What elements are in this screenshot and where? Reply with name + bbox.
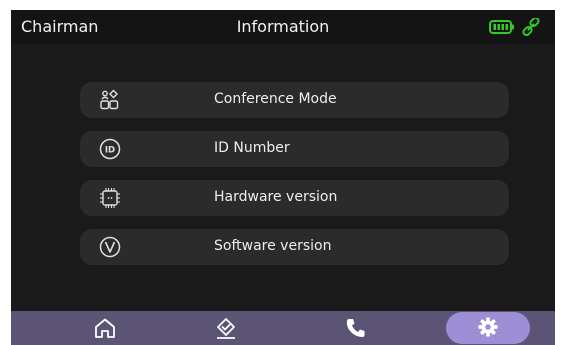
vote-icon xyxy=(217,318,235,339)
bottom-nav-bar xyxy=(11,311,555,345)
chip-icon xyxy=(100,188,120,208)
conference-mode-icon xyxy=(100,89,119,110)
top-bar: Chairman Information xyxy=(11,10,555,44)
nav-vote-button[interactable] xyxy=(180,311,270,345)
link-icon xyxy=(522,18,540,36)
menu-item-id-number[interactable]: ID ID Number xyxy=(80,131,509,167)
nav-home-button[interactable] xyxy=(59,311,149,345)
menu-item-label: ID Number xyxy=(214,140,290,156)
version-icon xyxy=(99,236,121,258)
home-icon xyxy=(95,318,115,338)
menu-item-software-version[interactable]: Software version xyxy=(80,229,509,265)
id-icon: ID xyxy=(99,138,121,160)
menu-item-label: Hardware version xyxy=(214,189,338,205)
nav-settings-button[interactable] xyxy=(446,311,536,345)
settings-icon xyxy=(478,317,498,337)
menu-item-label: Software version xyxy=(214,238,332,254)
device-screen: Chairman Information Conference Mode ID … xyxy=(11,10,555,345)
phone-icon xyxy=(346,319,365,337)
nav-phone-button[interactable] xyxy=(310,311,400,345)
page-title: Information xyxy=(236,17,330,36)
svg-text:ID: ID xyxy=(105,146,115,156)
battery-icon xyxy=(489,20,514,34)
menu-item-hardware-version[interactable]: Hardware version xyxy=(80,180,509,216)
menu-item-conference-mode[interactable]: Conference Mode xyxy=(80,82,509,118)
menu-item-label: Conference Mode xyxy=(214,91,337,107)
